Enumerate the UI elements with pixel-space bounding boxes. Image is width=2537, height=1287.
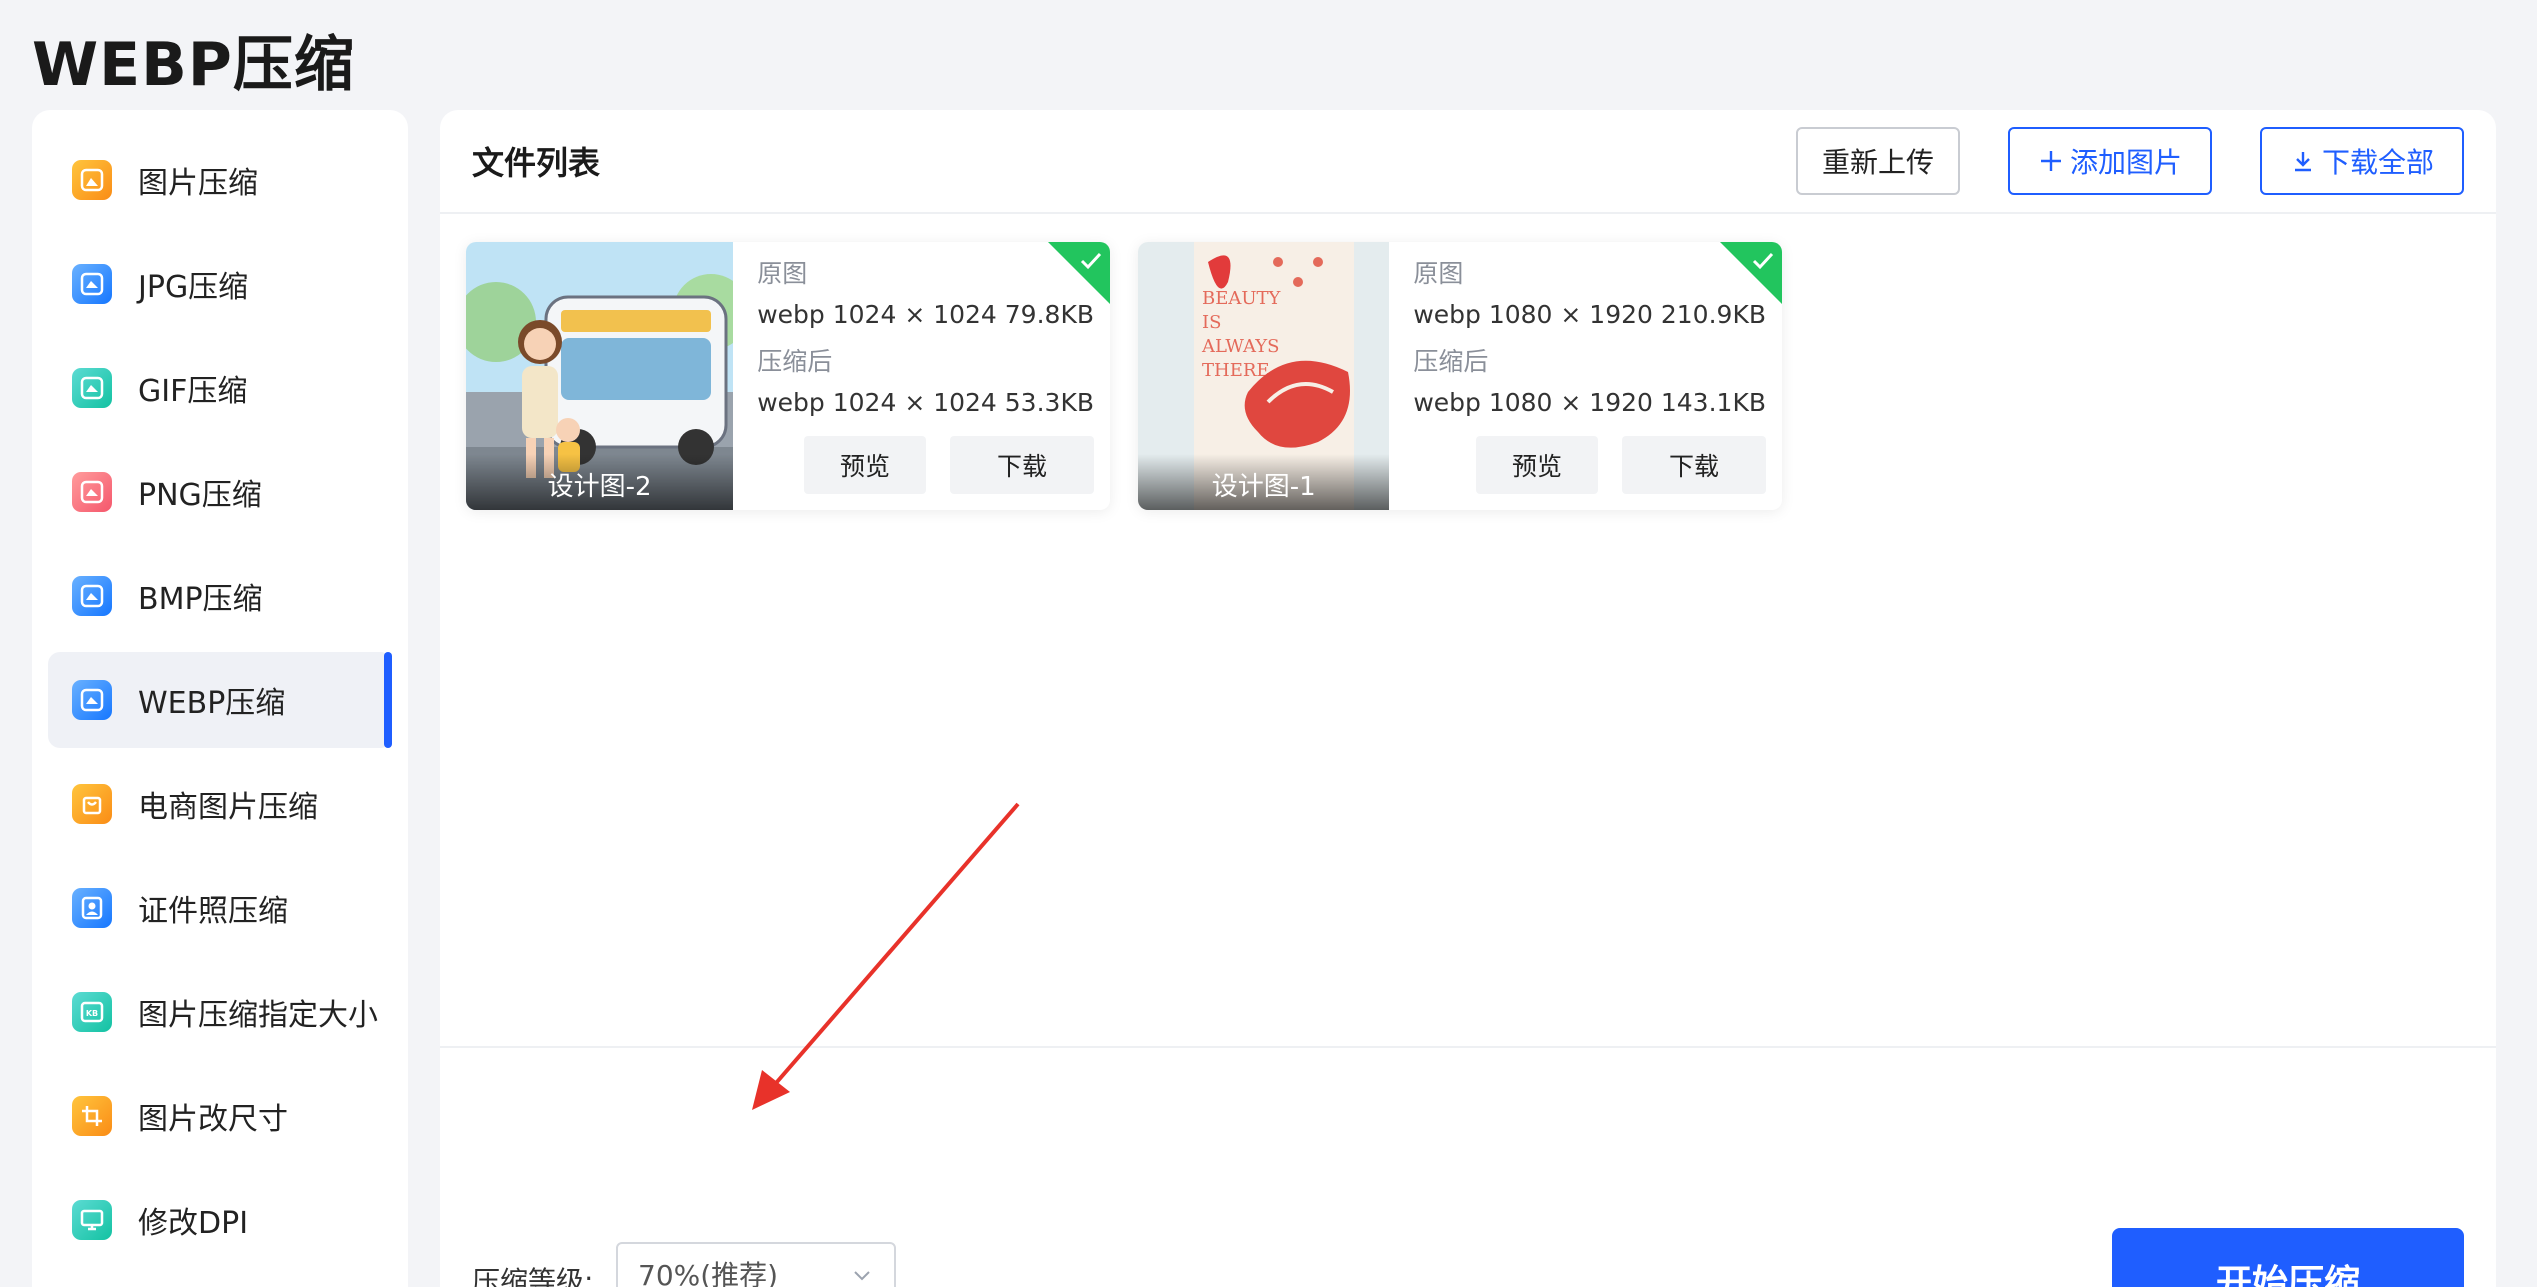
file-list-header: 文件列表 重新上传 添加图片 下载全部 xyxy=(440,110,2496,214)
file-list-title: 文件列表 xyxy=(472,144,601,182)
compressed-specs: webp 1024 × 1024 53.3KB xyxy=(757,388,1094,417)
sidebar-item-label: 图片压缩指定大小 xyxy=(138,998,378,1033)
sidebar-item-label: 修改DPI xyxy=(138,1206,249,1241)
start-compress-button[interactable]: 开始压缩 xyxy=(2112,1228,2464,1287)
plus-icon xyxy=(2040,151,2061,171)
card-actions: 预览 下载 xyxy=(804,436,1094,494)
sidebar-item-image-compress[interactable]: 图片压缩 xyxy=(48,132,392,228)
file-card: BEAUTY IS ALWAYS THERE 设计图-1 原图 webp 108… xyxy=(1138,242,1782,510)
download-all-label: 下载全部 xyxy=(2321,146,2434,179)
page-title: WEBP压缩 xyxy=(32,30,355,100)
original-label: 原图 xyxy=(1413,259,1464,288)
main-panel: 文件列表 重新上传 添加图片 下载全部 设计图-2 原图 webp 1024 ×… xyxy=(440,110,2496,1287)
file-thumbnail[interactable]: BEAUTY IS ALWAYS THERE 设计图-1 xyxy=(1138,242,1390,510)
sidebar-item-bmp-compress[interactable]: BMP压缩 xyxy=(48,548,392,644)
card-actions: 预览 下载 xyxy=(1476,436,1766,494)
original-specs: webp 1080 × 1920 210.9KB xyxy=(1413,300,1766,329)
crop-icon xyxy=(72,1096,112,1136)
add-image-label: 添加图片 xyxy=(2069,146,2182,179)
sidebar-item-gif-compress[interactable]: GIF压缩 xyxy=(48,340,392,436)
download-all-button[interactable]: 下载全部 xyxy=(2260,127,2464,195)
compressed-label: 压缩后 xyxy=(1413,347,1489,376)
file-name: 设计图-2 xyxy=(466,454,734,510)
sidebar-item-label: PNG压缩 xyxy=(138,478,262,513)
shopping-bag-icon xyxy=(72,784,112,824)
file-thumbnail[interactable]: 设计图-2 xyxy=(466,242,734,510)
sidebar-item-id-photo-compress[interactable]: 证件照压缩 xyxy=(48,860,392,956)
compress-level-value: 70%(推荐) xyxy=(638,1259,779,1287)
sidebar-item-label: GIF压缩 xyxy=(138,374,248,409)
bmp-icon xyxy=(72,576,112,616)
sidebar-item-label: 电商图片压缩 xyxy=(138,790,318,825)
svg-text:IS: IS xyxy=(1202,312,1221,333)
sidebar-item-png-compress[interactable]: PNG压缩 xyxy=(48,444,392,540)
sidebar-item-label: 图片改尺寸 xyxy=(138,1102,288,1137)
compressed-specs: webp 1080 × 1920 143.1KB xyxy=(1413,388,1766,417)
id-photo-icon xyxy=(72,888,112,928)
file-card: 设计图-2 原图 webp 1024 × 1024 79.8KB 压缩后 web… xyxy=(466,242,1110,510)
webp-icon xyxy=(72,680,112,720)
sidebar-item-resize[interactable]: 图片改尺寸 xyxy=(48,1068,392,1164)
compressed-label: 压缩后 xyxy=(757,347,833,376)
svg-text:THERE: THERE xyxy=(1202,360,1270,381)
divider xyxy=(440,1046,2496,1048)
download-button[interactable]: 下载 xyxy=(1622,436,1766,494)
image-compress-icon xyxy=(72,160,112,200)
png-icon xyxy=(72,472,112,512)
svg-text:KB: KB xyxy=(86,1009,98,1018)
check-icon xyxy=(1752,252,1774,270)
gif-icon xyxy=(72,368,112,408)
add-image-button[interactable]: 添加图片 xyxy=(2008,127,2212,195)
file-name: 设计图-1 xyxy=(1138,454,1390,510)
download-icon xyxy=(2294,152,2311,172)
sidebar-item-jpg-compress[interactable]: JPG压缩 xyxy=(48,236,392,332)
sidebar-item-label: WEBP压缩 xyxy=(138,686,286,721)
svg-text:BEAUTY: BEAUTY xyxy=(1202,288,1282,309)
sidebar-item-label: JPG压缩 xyxy=(138,270,249,305)
kb-size-icon: KB xyxy=(72,992,112,1032)
sidebar-item-ecommerce-compress[interactable]: 电商图片压缩 xyxy=(48,756,392,852)
check-icon xyxy=(1080,252,1102,270)
chevron-down-icon xyxy=(854,1271,870,1281)
sidebar-item-label: BMP压缩 xyxy=(138,582,263,617)
compress-level-label: 压缩等级: xyxy=(472,1265,594,1287)
sidebar-item-compress-to-size[interactable]: KB 图片压缩指定大小 xyxy=(48,964,392,1060)
jpg-icon xyxy=(72,264,112,304)
svg-text:ALWAYS: ALWAYS xyxy=(1201,336,1279,357)
original-specs: webp 1024 × 1024 79.8KB xyxy=(757,300,1094,329)
sidebar-item-webp-compress[interactable]: WEBP压缩 xyxy=(48,652,392,748)
preview-button[interactable]: 预览 xyxy=(804,436,926,494)
compress-level-select[interactable]: 70%(推荐) xyxy=(616,1242,896,1287)
preview-button[interactable]: 预览 xyxy=(1476,436,1598,494)
file-card-list: 设计图-2 原图 webp 1024 × 1024 79.8KB 压缩后 web… xyxy=(466,242,1782,510)
original-label: 原图 xyxy=(757,259,808,288)
sidebar: 图片压缩 JPG压缩 GIF压缩 PNG压缩 BMP压缩 WEBP压缩 电商图片… xyxy=(32,110,408,1287)
download-button[interactable]: 下载 xyxy=(950,436,1094,494)
sidebar-item-label: 证件照压缩 xyxy=(138,894,288,929)
sidebar-item-change-dpi[interactable]: 修改DPI xyxy=(48,1172,392,1268)
monitor-icon xyxy=(72,1200,112,1240)
reupload-button[interactable]: 重新上传 xyxy=(1796,127,1960,195)
sidebar-item-label: 图片压缩 xyxy=(138,166,258,201)
